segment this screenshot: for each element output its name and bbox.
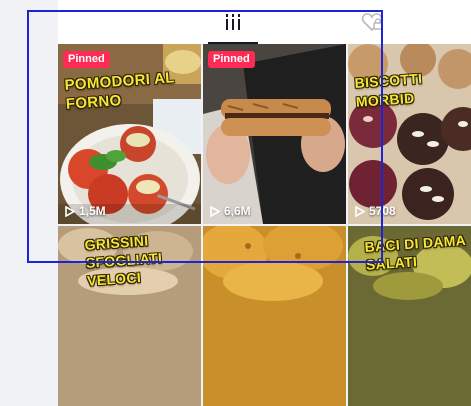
view-count: 5708 [354,204,396,218]
tab-liked-videos[interactable] [360,10,384,34]
view-count: 1,5M [64,204,106,218]
grid-lines-icon [226,14,240,30]
video-tile-1[interactable]: Pinned POMODORI AL FORNO 1,5M [58,44,201,224]
video-caption: GRISSINI SFOGLIATI VELOCI [84,232,163,289]
view-count: 6,6M [209,204,251,218]
pinned-badge: Pinned [208,51,255,68]
video-tile-6[interactable]: BACI DI DAMA SALATI [348,226,471,406]
tab-videos-grid[interactable] [208,0,258,44]
video-caption: POMODORI AL FORNO [64,69,176,113]
play-icon [355,205,365,217]
video-grid: Pinned POMODORI AL FORNO 1,5M Pinned 6,6… [58,44,471,406]
video-tile-3[interactable]: BISCOTTI MORBID 5708 [348,44,471,224]
video-tile-4[interactable]: GRISSINI SFOGLIATI VELOCI [58,226,201,406]
video-tile-5[interactable] [203,226,346,406]
video-thumbnail [203,44,346,224]
view-count-value: 6,6M [224,204,251,218]
pinned-badge: Pinned [63,51,110,68]
profile-tab-bar [58,0,471,44]
play-icon [65,205,75,217]
heart-lock-icon [361,13,383,32]
video-tile-2[interactable]: Pinned 6,6M [203,44,346,224]
video-caption: BISCOTTI MORBID [354,70,423,110]
play-icon [210,205,220,217]
view-count-value: 1,5M [79,204,106,218]
view-count-value: 5708 [369,204,396,218]
video-thumbnail [203,226,346,406]
video-caption: BACI DI DAMA SALATI [364,231,467,273]
